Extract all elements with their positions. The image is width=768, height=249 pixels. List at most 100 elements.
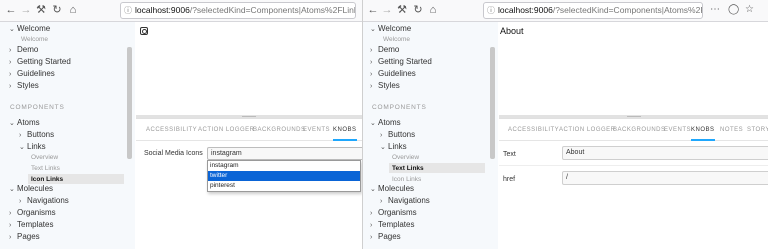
- sidebar-item-molecules[interactable]: ⌄ Molecules: [370, 183, 414, 195]
- sidebar-item-buttons[interactable]: › Buttons: [19, 129, 54, 141]
- sidebar-item-label: Demo: [17, 45, 39, 54]
- chevron-right-icon: ›: [370, 47, 373, 54]
- sidebar-subitem-welcome[interactable]: Welcome: [21, 35, 48, 44]
- sidebar-item-links[interactable]: ⌄ Links: [19, 141, 46, 153]
- pocket-icon[interactable]: ◯: [728, 4, 739, 16]
- sidebar-subitem-welcome[interactable]: Welcome: [383, 35, 410, 44]
- sidebar-section-heading: COMPONENTS: [372, 104, 427, 111]
- sidebar-item-label: Buttons: [27, 130, 55, 139]
- dropdown-option-instagram[interactable]: instagram: [208, 161, 360, 171]
- sidebar-item-label: Templates: [17, 220, 54, 229]
- forward-icon[interactable]: →: [380, 3, 394, 17]
- tab-notes[interactable]: NOTES: [720, 119, 743, 141]
- tab-action-logger[interactable]: ACTION LOGGER: [559, 119, 616, 141]
- sidebar-item-label: Pages: [378, 232, 401, 241]
- url-host: localhost:9006: [498, 5, 553, 15]
- sidebar-item-label: Styles: [17, 81, 39, 90]
- sidebar-item-demo[interactable]: › Demo: [370, 44, 399, 56]
- wrench-icon[interactable]: ⚒: [395, 3, 409, 17]
- sidebar-item-guidelines[interactable]: › Guidelines: [370, 68, 416, 80]
- star-icon[interactable]: ☆: [745, 4, 754, 16]
- chevron-right-icon: ›: [380, 132, 383, 139]
- tab-events[interactable]: EVENTS: [664, 119, 691, 141]
- tab-action-logger[interactable]: ACTION LOGGER: [198, 119, 255, 141]
- page-actions-icon[interactable]: ⋯: [710, 4, 720, 16]
- sidebar-item-getting-started[interactable]: › Getting Started: [9, 56, 71, 68]
- sidebar-item-atoms[interactable]: ⌄ Atoms: [370, 117, 401, 129]
- tab-knobs[interactable]: KNOBS: [333, 119, 357, 141]
- text-knob-input[interactable]: About: [562, 146, 768, 160]
- social-icons-select[interactable]: instagram: [207, 147, 362, 160]
- dropdown-option-pinterest[interactable]: pinterest: [208, 181, 360, 191]
- sidebar-subitem-overview[interactable]: Overview: [31, 153, 58, 162]
- sidebar-item-organisms[interactable]: › Organisms: [370, 207, 417, 219]
- sidebar-item-getting-started[interactable]: › Getting Started: [370, 56, 432, 68]
- back-icon[interactable]: ←: [4, 3, 18, 17]
- tab-backgrounds[interactable]: BACKGROUNDS: [613, 119, 666, 141]
- sidebar-subitem-overview[interactable]: Overview: [392, 153, 419, 162]
- knob-label: Social Media Icons: [144, 150, 203, 157]
- sidebar-item-welcome[interactable]: ⌄ Welcome: [9, 23, 50, 35]
- sidebar-item-buttons[interactable]: › Buttons: [380, 129, 415, 141]
- sidebar-item-guidelines[interactable]: › Guidelines: [9, 68, 55, 80]
- chevron-right-icon: ›: [19, 132, 22, 139]
- wrench-icon[interactable]: ⚒: [34, 3, 48, 17]
- sidebar-subitem-text-links[interactable]: Text Links: [392, 164, 424, 173]
- sidebar-item-navigations[interactable]: › Navigations: [380, 195, 430, 207]
- chevron-down-icon: ⌄: [380, 144, 386, 151]
- dropdown-option-twitter[interactable]: twitter: [208, 171, 360, 181]
- forward-icon[interactable]: →: [19, 3, 33, 17]
- addon-tabbar: ACCESSIBILITY ACTION LOGGER BACKGROUNDS …: [136, 119, 362, 141]
- tab-events[interactable]: EVENTS: [303, 119, 330, 141]
- sidebar-subitem-text-links[interactable]: Text Links: [31, 164, 60, 173]
- sidebar-item-templates[interactable]: › Templates: [370, 219, 414, 231]
- sidebar-item-label: Getting Started: [17, 57, 71, 66]
- href-knob-input[interactable]: /: [562, 171, 768, 185]
- sidebar-item-styles[interactable]: › Styles: [9, 80, 39, 92]
- sidebar-item-label: Navigations: [27, 196, 69, 205]
- back-icon[interactable]: ←: [366, 3, 380, 17]
- sidebar-item-links[interactable]: ⌄ Links: [380, 141, 407, 153]
- sidebar-item-label: Organisms: [17, 208, 56, 217]
- browser-toolbar: ← → ⚒ ↻ ⌂ ⓘ localhost:9006/?selectedKind=…: [0, 0, 362, 22]
- chevron-right-icon: ›: [9, 71, 12, 78]
- chevron-right-icon: ›: [9, 47, 12, 54]
- tab-accessibility[interactable]: ACCESSIBILITY: [146, 119, 197, 141]
- sidebar-item-templates[interactable]: › Templates: [9, 219, 53, 231]
- instagram-icon[interactable]: [140, 27, 148, 35]
- tab-story[interactable]: STORY: [747, 119, 768, 141]
- chevron-right-icon: ›: [9, 83, 12, 90]
- tab-backgrounds[interactable]: BACKGROUNDS: [253, 119, 306, 141]
- sidebar-scrollbar[interactable]: [490, 47, 495, 159]
- sidebar-item-navigations[interactable]: › Navigations: [19, 195, 69, 207]
- sidebar-scrollbar[interactable]: [127, 47, 132, 159]
- url-bar[interactable]: ⓘ localhost:9006/?selectedKind=Components…: [120, 2, 356, 19]
- sidebar-item-welcome[interactable]: ⌄ Welcome: [370, 23, 411, 35]
- sidebar-item-label: Welcome: [17, 24, 51, 33]
- chevron-right-icon: ›: [9, 222, 12, 229]
- browser-toolbar: ← → ⚒ ↻ ⌂ ⓘ localhost:9006/?selectedKind=…: [363, 0, 768, 22]
- sidebar-item-pages[interactable]: › Pages: [370, 231, 401, 243]
- sidebar-item-demo[interactable]: › Demo: [9, 44, 38, 56]
- reload-icon[interactable]: ↻: [411, 3, 425, 17]
- sidebar-item-label: Molecules: [17, 184, 54, 193]
- tab-knobs[interactable]: KNOBS: [691, 119, 715, 141]
- about-link[interactable]: About: [500, 26, 524, 36]
- sidebar-item-molecules[interactable]: ⌄ Molecules: [9, 183, 53, 195]
- chevron-right-icon: ›: [370, 210, 373, 217]
- tab-accessibility[interactable]: ACCESSIBILITY: [508, 119, 559, 141]
- sidebar-item-styles[interactable]: › Styles: [370, 80, 400, 92]
- home-icon[interactable]: ⌂: [426, 3, 440, 17]
- sidebar-item-label: Pages: [17, 232, 40, 241]
- sidebar-item-pages[interactable]: › Pages: [9, 231, 40, 243]
- chevron-right-icon: ›: [370, 222, 373, 229]
- chevron-right-icon: ›: [370, 83, 373, 90]
- sidebar-item-label: Guidelines: [378, 69, 416, 78]
- url-bar[interactable]: ⓘ localhost:9006/?selectedKind=Components…: [483, 2, 703, 19]
- preview-canvas: About: [499, 22, 768, 114]
- sidebar-item-atoms[interactable]: ⌄ Atoms: [9, 117, 40, 129]
- knob-label-href: href: [503, 176, 516, 183]
- reload-icon[interactable]: ↻: [50, 3, 64, 17]
- sidebar-item-organisms[interactable]: › Organisms: [9, 207, 56, 219]
- home-icon[interactable]: ⌂: [66, 3, 80, 17]
